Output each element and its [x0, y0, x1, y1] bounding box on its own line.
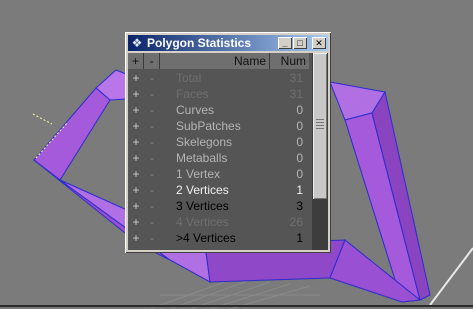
remove-selection-button[interactable]: -	[144, 230, 160, 246]
table-row[interactable]: + - Skelegons 0	[128, 134, 309, 150]
add-selection-button[interactable]: +	[128, 102, 144, 118]
wolf-icon: ❖	[131, 36, 143, 50]
vertical-scrollbar[interactable]	[312, 53, 328, 250]
add-selection-button[interactable]: +	[128, 198, 144, 214]
add-selection-button[interactable]: +	[128, 150, 144, 166]
remove-selection-button[interactable]: -	[144, 182, 160, 198]
polygon-statistics-window: ❖ Polygon Statistics _ □ ✕ + - Name Num …	[125, 32, 331, 253]
table-row[interactable]: + - Curves 0	[128, 102, 309, 118]
table-row[interactable]: + - 2 Vertices 1	[128, 182, 309, 198]
remove-selection-button[interactable]: -	[144, 70, 160, 86]
row-count: 31	[289, 87, 303, 101]
table-row[interactable]: + - Metaballs 0	[128, 150, 309, 166]
row-count: 0	[296, 167, 303, 181]
row-count: 0	[296, 119, 303, 133]
table-row[interactable]: + - Faces 31	[128, 86, 309, 102]
scrollbar-thumb[interactable]	[313, 53, 327, 199]
maximize-button[interactable]: □	[293, 37, 307, 49]
table-row[interactable]: + - SubPatches 0	[128, 118, 309, 134]
num-column-header[interactable]: Num	[270, 53, 309, 69]
add-selection-button[interactable]: +	[128, 166, 144, 182]
header-add-all-button[interactable]: +	[128, 53, 144, 69]
row-name: Faces	[176, 87, 209, 101]
row-count: 0	[296, 151, 303, 165]
row-name: Skelegons	[176, 135, 233, 149]
remove-selection-button[interactable]: -	[144, 86, 160, 102]
table-row[interactable]: + - 3 Vertices 3	[128, 198, 309, 214]
row-name: 2 Vertices	[176, 183, 229, 197]
row-count: 1	[296, 231, 303, 245]
row-count: 31	[289, 71, 303, 85]
header-remove-all-button[interactable]: -	[144, 53, 160, 69]
scroll-grip-icon	[316, 119, 324, 129]
statistics-rows: + - Total 31 + - Faces 31 + - Curves 0 +…	[128, 70, 309, 246]
add-selection-button[interactable]: +	[128, 214, 144, 230]
name-column-header[interactable]: Name	[160, 53, 270, 69]
remove-selection-button[interactable]: -	[144, 166, 160, 182]
table-row[interactable]: + - 4 Vertices 26	[128, 214, 309, 230]
row-name: Total	[176, 71, 202, 85]
remove-selection-button[interactable]: -	[144, 134, 160, 150]
close-button[interactable]: ✕	[312, 37, 326, 49]
remove-selection-button[interactable]: -	[144, 198, 160, 214]
statistics-panel: + - Name Num + - Total 31 + - Faces 31 +…	[128, 53, 328, 250]
title-bar[interactable]: ❖ Polygon Statistics _ □ ✕	[128, 35, 328, 51]
window-title: Polygon Statistics	[147, 36, 252, 50]
add-selection-button[interactable]: +	[128, 70, 144, 86]
add-selection-button[interactable]: +	[128, 134, 144, 150]
row-name: Curves	[176, 103, 215, 117]
row-name: Metaballs	[176, 151, 228, 165]
minimize-button[interactable]: _	[278, 37, 292, 49]
row-name: 4 Vertices	[176, 215, 229, 229]
table-row[interactable]: + - Total 31	[128, 70, 309, 86]
remove-selection-button[interactable]: -	[144, 150, 160, 166]
row-count: 3	[296, 199, 303, 213]
add-selection-button[interactable]: +	[128, 182, 144, 198]
remove-selection-button[interactable]: -	[144, 102, 160, 118]
row-name: SubPatches	[176, 119, 241, 133]
table-row[interactable]: + - 1 Vertex 0	[128, 166, 309, 182]
add-selection-button[interactable]: +	[128, 86, 144, 102]
row-name: >4 Vertices	[176, 231, 236, 245]
row-count: 0	[296, 103, 303, 117]
row-count: 26	[289, 215, 303, 229]
row-count: 0	[296, 135, 303, 149]
add-selection-button[interactable]: +	[128, 230, 144, 246]
table-row[interactable]: + - >4 Vertices 1	[128, 230, 309, 246]
row-count: 1	[296, 183, 303, 197]
add-selection-button[interactable]: +	[128, 118, 144, 134]
remove-selection-button[interactable]: -	[144, 214, 160, 230]
row-name: 3 Vertices	[176, 199, 229, 213]
row-name: 1 Vertex	[176, 167, 221, 181]
table-header: + - Name Num	[128, 53, 309, 69]
remove-selection-button[interactable]: -	[144, 118, 160, 134]
